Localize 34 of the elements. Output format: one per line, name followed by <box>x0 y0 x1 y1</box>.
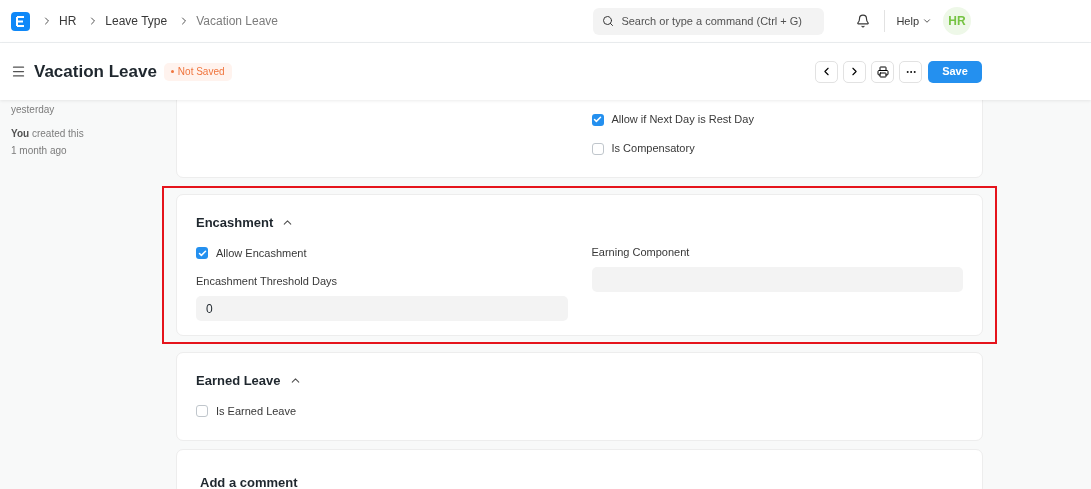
breadcrumb-link[interactable]: Vacation Leave <box>196 12 278 30</box>
section-title: Earned Leave <box>196 372 281 390</box>
checkbox[interactable] <box>196 405 208 417</box>
more-button[interactable] <box>899 60 922 83</box>
timeline-time: 1 month ago <box>11 144 68 158</box>
checkbox-label: Is Compensatory <box>611 141 695 157</box>
page-title: Vacation Leave <box>34 60 157 83</box>
breadcrumb-link[interactable]: HR <box>59 12 77 30</box>
checkbox-label: Allow Encashment <box>216 245 307 261</box>
chevron-down-icon <box>922 16 932 26</box>
checkbox-label: Allow if Next Day is Rest Day <box>611 112 754 128</box>
checkbox[interactable] <box>591 113 604 126</box>
search-field[interactable]: Search or type a command (Ctrl + G) <box>593 7 825 35</box>
menu-icon[interactable] <box>11 64 26 79</box>
previous-button[interactable] <box>815 60 838 83</box>
comment-title: Add a comment <box>200 474 298 489</box>
input-field[interactable]: 0 <box>196 296 568 321</box>
field-label: Earning Component <box>591 244 691 260</box>
logo-icon[interactable] <box>11 11 30 31</box>
printer-icon <box>876 65 889 78</box>
breadcrumb-link[interactable]: Leave Type <box>105 12 168 30</box>
notification-bell-icon[interactable] <box>856 14 871 28</box>
timeline-text: yesterday <box>11 103 56 117</box>
timeline-text: You created this <box>11 127 85 141</box>
next-button[interactable] <box>843 60 866 83</box>
section-title: Encashment <box>196 214 274 232</box>
search-icon <box>602 15 615 27</box>
checkbox[interactable] <box>196 247 208 259</box>
help-menu[interactable]: Help <box>896 12 932 30</box>
checkbox[interactable] <box>591 142 604 155</box>
field-label: Encashment Threshold Days <box>196 273 339 289</box>
print-button[interactable] <box>871 60 894 83</box>
status-badge: Not Saved <box>163 62 232 81</box>
checkbox-label: Is Earned Leave <box>216 403 297 419</box>
